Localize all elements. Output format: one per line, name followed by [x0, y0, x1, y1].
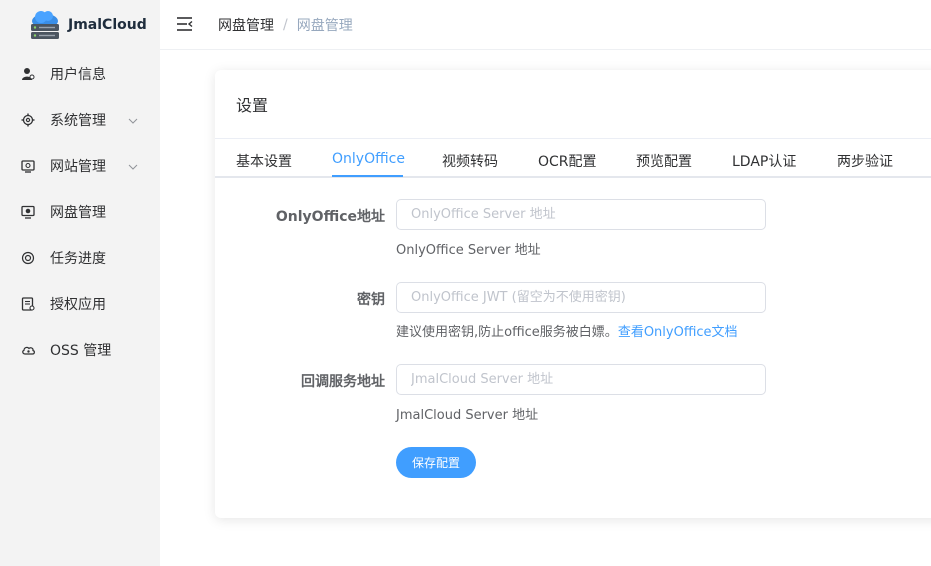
tab-basic-settings[interactable]: 基本设置: [236, 151, 292, 171]
callback-url-label: 回调服务地址: [301, 374, 385, 390]
collapse-menu-icon[interactable]: [176, 16, 194, 32]
app-name: JmalCloud: [68, 17, 147, 33]
active-tab-indicator: [332, 175, 403, 177]
progress-icon: [20, 250, 36, 266]
secret-hint-text: 建议使用密钥,防止office服务被白嫖。: [396, 325, 618, 340]
logo[interactable]: JmalCloud: [28, 6, 147, 44]
sidebar-menu: 用户信息 系统管理 网站管理 网盘管理 任务进度 授权应用 OSS 管理: [0, 51, 160, 373]
tab-video-transcode[interactable]: 视频转码: [442, 151, 498, 171]
tab-ocr-config[interactable]: OCR配置: [538, 151, 597, 171]
sidebar-item-system[interactable]: 系统管理: [0, 97, 160, 143]
website-icon: [20, 158, 36, 174]
sidebar-item-label: 任务进度: [50, 251, 106, 267]
breadcrumb: 网盘管理 / 网盘管理: [218, 15, 353, 35]
tab-preview-config[interactable]: 预览配置: [636, 151, 692, 171]
onlyoffice-url-input[interactable]: [396, 199, 766, 230]
callback-url-input[interactable]: [396, 364, 766, 395]
onlyoffice-url-hint: OnlyOffice Server 地址: [396, 243, 541, 258]
save-config-button[interactable]: 保存配置: [396, 447, 476, 478]
tab-onlyoffice[interactable]: OnlyOffice: [332, 151, 405, 167]
onlyoffice-url-label: OnlyOffice地址: [275, 209, 385, 225]
chevron-down-icon: [128, 158, 138, 174]
authorization-icon: [20, 296, 36, 312]
sidebar: JmalCloud 用户信息 系统管理 网站管理 网盘管理 任务进度 授权应用 …: [0, 0, 160, 566]
onlyoffice-docs-link[interactable]: 查看OnlyOffice文档: [618, 325, 738, 340]
chevron-down-icon: [128, 112, 138, 128]
cloud-server-icon: [28, 8, 62, 42]
secret-input[interactable]: [396, 282, 766, 313]
top-header: 网盘管理 / 网盘管理: [160, 0, 931, 50]
sidebar-item-authorized-apps[interactable]: 授权应用: [0, 281, 160, 327]
sidebar-item-label: 用户信息: [50, 67, 106, 83]
breadcrumb-item[interactable]: 网盘管理: [218, 15, 274, 35]
sidebar-item-label: 系统管理: [50, 113, 106, 129]
callback-url-hint: JmalCloud Server 地址: [396, 408, 539, 423]
disk-icon: [20, 204, 36, 220]
sidebar-item-task-progress[interactable]: 任务进度: [0, 235, 160, 281]
settings-card: 设置 基本设置 OnlyOffice 视频转码 OCR配置 预览配置 LDAP认…: [215, 70, 931, 518]
settings-tabs: 基本设置 OnlyOffice 视频转码 OCR配置 预览配置 LDAP认证 两…: [215, 140, 931, 178]
card-title: 设置: [236, 96, 269, 115]
secret-hint: 建议使用密钥,防止office服务被白嫖。查看OnlyOffice文档: [396, 321, 738, 340]
sidebar-item-label: 网盘管理: [50, 205, 106, 221]
sidebar-item-user-info[interactable]: 用户信息: [0, 51, 160, 97]
sidebar-item-oss[interactable]: OSS 管理: [0, 327, 160, 373]
breadcrumb-current: 网盘管理: [296, 18, 353, 34]
sidebar-item-label: 授权应用: [50, 297, 106, 313]
sidebar-item-website[interactable]: 网站管理: [0, 143, 160, 189]
user-icon: [20, 66, 36, 82]
cloud-icon: [20, 342, 36, 358]
sidebar-item-disk[interactable]: 网盘管理: [0, 189, 160, 235]
tab-ldap-auth[interactable]: LDAP认证: [732, 151, 796, 171]
card-header: 设置: [215, 70, 931, 139]
gear-icon: [20, 112, 36, 128]
tab-two-step-verification[interactable]: 两步验证: [837, 151, 893, 171]
sidebar-item-label: OSS 管理: [50, 343, 112, 359]
secret-label: 密钥: [357, 292, 385, 308]
sidebar-item-label: 网站管理: [50, 159, 106, 175]
breadcrumb-separator: /: [283, 17, 288, 33]
